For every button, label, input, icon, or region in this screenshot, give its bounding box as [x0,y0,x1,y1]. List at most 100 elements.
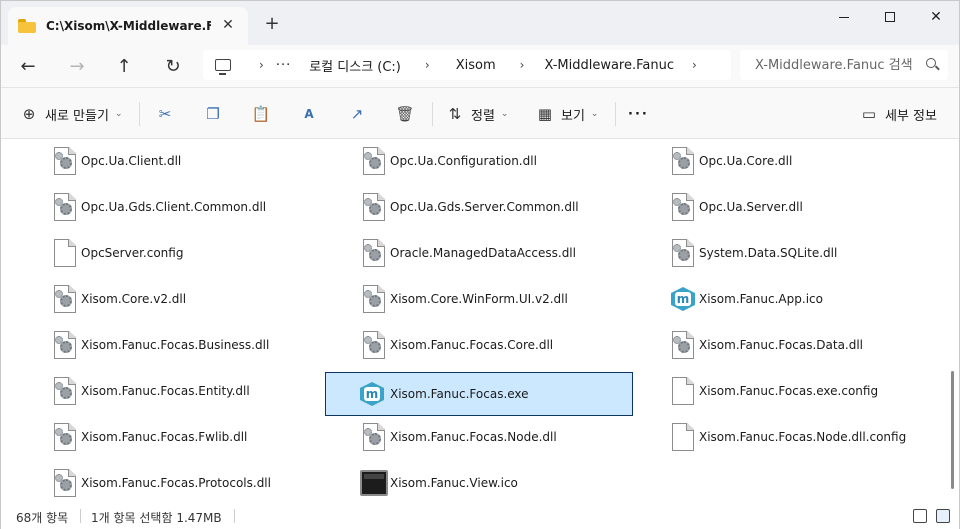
file-name: Opc.Ua.Client.dll [81,154,182,168]
breadcrumb-xisom[interactable]: Xisom [456,58,496,73]
back-button[interactable]: ← [14,52,42,80]
file-item[interactable]: Xisom.Fanuc.Focas.Entity.dll [50,371,356,411]
chevron-right-icon[interactable]: › [692,58,697,72]
file-name: Xisom.Fanuc.Focas.Node.dll.config [699,430,907,444]
dll-gear-icon [360,330,388,360]
navigation-bar: ← → ↑ ↻ › ··· 로컬 디스크 (C:) › Xisom › X-Mi… [1,45,959,87]
view-button[interactable]: ▦ 보기 ⌄ [535,101,599,127]
file-item[interactable]: System.Data.SQLite.dll [668,233,959,273]
delete-button[interactable]: 🗑 [395,101,415,127]
file-name: Xisom.Core.WinForm.UI.v2.dll [390,292,568,306]
breadcrumb-local-disk[interactable]: 로컬 디스크 (C:) [309,56,401,75]
file-name: OpcServer.config [81,246,184,260]
file-item[interactable]: Opc.Ua.Client.dll [50,141,356,181]
dll-gear-icon [360,192,388,222]
new-label: 새로 만들기 [45,108,109,124]
file-item[interactable]: Xisom.Fanuc.Focas.Protocols.dll [50,463,356,503]
dll-gear-icon [51,422,79,452]
details-pane-button[interactable]: ▭ 세부 정보 [859,101,937,127]
vertical-scrollbar[interactable] [945,139,959,503]
search-input[interactable] [755,57,915,73]
dll-gear-icon [669,146,697,176]
details-pane-icon: ▭ [861,105,877,123]
file-item[interactable]: Xisom.Fanuc.Focas.Node.dll.config [668,417,959,457]
file-item[interactable]: Xisom.Fanuc.Focas.Business.dll [50,325,356,365]
address-bar[interactable]: › ··· 로컬 디스크 (C:) › Xisom › X-Middleware… [203,50,731,80]
large-icons-view-button[interactable] [936,509,950,523]
plus-circle-icon: ⊕ [22,105,36,123]
dll-gear-icon [51,468,79,498]
toolbar-divider [615,102,616,126]
copy-button[interactable]: ❐ [203,101,223,127]
breadcrumb-more-button[interactable]: ··· [276,58,291,73]
scrollbar-thumb[interactable] [951,371,954,489]
file-item[interactable]: Xisom.Fanuc.Focas.Core.dll [359,325,665,365]
dll-gear-icon [51,376,79,406]
chevron-right-icon[interactable]: › [425,58,430,72]
new-button[interactable]: ⊕ 새로 만들기 ⌄ [19,101,123,127]
file-name: Xisom.Fanuc.Focas.Fwlib.dll [81,430,248,444]
breadcrumb-x-middleware-fanuc[interactable]: X-Middleware.Fanuc [544,58,674,73]
file-item[interactable]: Xisom.Fanuc.View.ico [359,463,665,503]
tab-close-button[interactable]: ✕ [220,17,236,33]
selection-info: 1개 항목 선택함 1.47MB [91,511,222,525]
dll-gear-icon [360,238,388,268]
chevron-right-icon[interactable]: › [520,58,525,72]
refresh-button[interactable]: ↻ [159,52,187,80]
grid-view-icon: ▦ [537,105,553,123]
file-item[interactable]: Xisom.Fanuc.Focas.exe.config [668,371,959,411]
forward-button[interactable]: → [63,52,91,80]
file-name: Xisom.Fanuc.Focas.exe.config [699,384,879,398]
file-item[interactable]: m Xisom.Fanuc.App.ico [668,279,959,319]
dll-gear-icon [51,192,79,222]
chevron-down-icon: ⌄ [590,109,599,119]
command-bar: ⊕ 새로 만들기 ⌄ ✂ ❐ 📋 A ↗ 🗑 ⇅ 정렬 ⌄ ▦ 보기 ⌄ ···… [1,87,959,139]
file-item[interactable]: Opc.Ua.Configuration.dll [359,141,665,181]
rename-icon: A [304,107,314,121]
minimize-button[interactable] [821,5,867,29]
file-item[interactable]: Xisom.Core.WinForm.UI.v2.dll [359,279,665,319]
rename-button[interactable]: A [299,101,319,127]
dll-gear-icon [51,284,79,314]
file-item[interactable]: Xisom.Core.v2.dll [50,279,356,319]
this-pc-icon[interactable] [215,59,231,75]
dll-gear-icon [669,192,697,222]
blank-document-icon [669,376,697,406]
terminal-window-icon [360,468,388,498]
item-count: 68개 항목 [16,511,69,525]
file-item[interactable]: m Xisom.Fanuc.Focas.exe [325,372,633,416]
dll-gear-icon [669,238,697,268]
file-item[interactable]: OpcServer.config [50,233,356,273]
share-button[interactable]: ↗ [347,101,367,127]
dll-gear-icon [360,284,388,314]
file-name: Xisom.Fanuc.View.ico [390,476,518,490]
more-options-button[interactable]: ··· [628,101,649,127]
new-tab-button[interactable]: + [263,15,281,33]
toolbar-divider [432,102,433,126]
file-name: Xisom.Fanuc.App.ico [699,292,823,306]
sort-button[interactable]: ⇅ 정렬 ⌄ [445,101,509,127]
paste-button[interactable]: 📋 [251,101,271,127]
file-item[interactable]: Oracle.ManagedDataAccess.dll [359,233,665,273]
file-name: System.Data.SQLite.dll [699,246,838,260]
chevron-right-icon[interactable]: › [259,58,264,72]
file-item[interactable]: Opc.Ua.Gds.Client.Common.dll [50,187,356,227]
file-item[interactable]: Xisom.Fanuc.Focas.Data.dll [668,325,959,365]
file-name: Xisom.Fanuc.Focas.Node.dll [390,430,557,444]
file-item[interactable]: Xisom.Fanuc.Focas.Fwlib.dll [50,417,356,457]
cut-button[interactable]: ✂ [155,101,175,127]
details-label: 세부 정보 [885,108,937,124]
maximize-icon [885,12,895,22]
maximize-button[interactable] [867,5,913,29]
file-item[interactable]: Xisom.Fanuc.Focas.Node.dll [359,417,665,457]
file-item[interactable]: Opc.Ua.Server.dll [668,187,959,227]
share-icon: ↗ [350,105,364,123]
details-view-button[interactable] [913,509,927,523]
file-item[interactable]: Opc.Ua.Core.dll [668,141,959,181]
search-box[interactable] [740,50,948,80]
close-window-button[interactable]: ✕ [913,5,959,29]
search-icon[interactable] [926,58,936,68]
file-item[interactable]: Opc.Ua.Gds.Server.Common.dll [359,187,665,227]
up-button[interactable]: ↑ [110,52,138,80]
folder-tab[interactable]: C:\Xisom\X-Middleware.Fanuc ✕ [8,7,248,45]
